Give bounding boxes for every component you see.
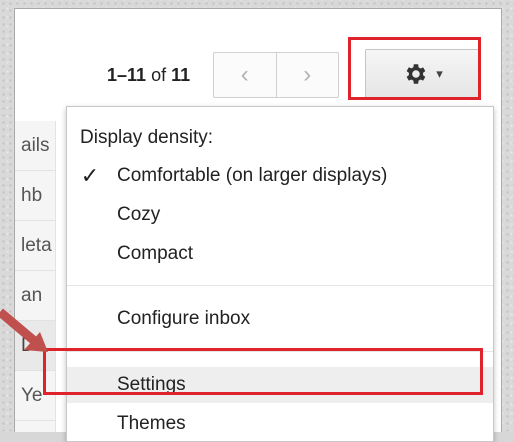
menu-item-cozy[interactable]: Cozy	[67, 197, 493, 233]
pagination-of: of	[151, 65, 167, 85]
menu-item-compact[interactable]: Compact	[67, 236, 493, 272]
check-icon: ✓	[80, 163, 100, 188]
menu-item-label: Comfortable (on larger displays)	[117, 165, 388, 186]
older-button[interactable]: ›	[275, 53, 339, 97]
chevron-right-icon: ›	[303, 61, 312, 88]
menu-item-label: Compact	[117, 243, 194, 264]
pagination-count: 1–11 of 11	[107, 65, 190, 86]
list-item[interactable]: leta	[15, 221, 55, 271]
menu-item-label: Configure inbox	[117, 308, 251, 329]
list-item[interactable]: hb	[15, 171, 55, 221]
chevron-left-icon: ‹	[240, 61, 249, 88]
menu-item-label: Cozy	[117, 204, 161, 225]
newer-button[interactable]: ‹	[214, 53, 276, 97]
menu-item-configure-inbox[interactable]: Configure inbox	[67, 301, 493, 337]
list-item[interactable]: ails	[15, 121, 55, 171]
pagination-range: 1–11	[107, 65, 147, 85]
menu-item-themes[interactable]: Themes	[67, 406, 493, 442]
settings-highlight-box	[43, 348, 483, 395]
display-density-label: Display density:	[80, 127, 214, 148]
pagination-total: 11	[171, 65, 191, 85]
pagination-nav: ‹ ›	[213, 52, 339, 98]
pointer-arrow-icon	[0, 308, 48, 352]
gear-highlight-box	[348, 37, 481, 100]
menu-divider	[67, 285, 493, 286]
menu-item-comfortable[interactable]: ✓ Comfortable (on larger displays)	[67, 158, 493, 194]
